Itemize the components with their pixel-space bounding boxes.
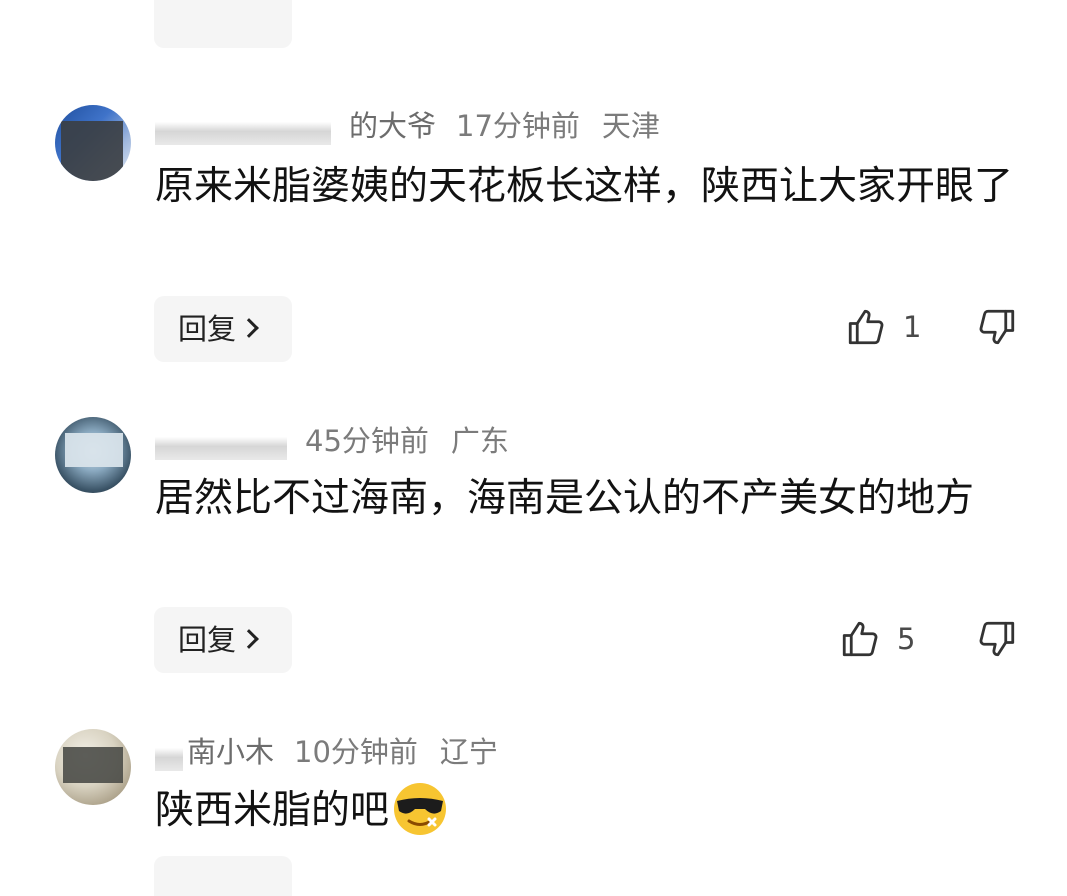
comment-location: 辽宁 [439,735,498,769]
reply-button[interactable]: 回复 [154,607,292,673]
username-redacted [155,111,331,145]
like-count: 5 [897,622,916,656]
username[interactable]: 的大爷 [349,109,436,143]
reply-button[interactable]: 回复 [154,296,292,362]
like-button[interactable]: 1 [845,306,921,348]
reply-label: 回复 [178,623,237,657]
comment-time: 10分钟前 [294,735,418,769]
like-count: 1 [903,310,922,344]
comment-text: 陕西米脂的吧 [155,780,1035,842]
avatar[interactable] [55,417,131,493]
avatar[interactable] [55,105,131,181]
comment-text-content: 陕西米脂的吧 [155,788,390,833]
comment-meta: 南小木 10分钟前 辽宁 [155,734,498,771]
comment-time: 17分钟前 [456,109,580,143]
chevron-right-icon [239,318,259,338]
thumbs-up-icon [839,618,881,660]
avatar[interactable] [55,729,131,805]
thumbs-down-icon [976,306,1018,348]
comment-location: 天津 [601,109,660,143]
comment-time: 45分钟前 [305,424,429,458]
username-redacted [155,426,287,460]
thumbs-down-icon [976,618,1018,660]
thumbs-up-icon [845,306,887,348]
dislike-button[interactable] [976,618,1018,660]
comment-meta: 45分钟前 广东 [155,423,509,460]
dislike-button[interactable] [976,306,1018,348]
sunglasses-emoji-icon [389,781,451,837]
reply-button-fragment[interactable] [154,0,292,48]
comment-text: 原来米脂婆姨的天花板长这样，陕西让大家开眼了 [155,164,1014,209]
comment-meta: 的大爷 17分钟前 天津 [155,108,660,145]
reply-button-fragment[interactable] [154,856,292,896]
username[interactable]: 南小木 [187,735,274,769]
like-button[interactable]: 5 [839,618,915,660]
reply-label: 回复 [178,312,237,346]
chevron-right-icon [239,629,259,649]
comment-text: 居然比不过海南，海南是公认的不产美女的地方 [155,476,975,521]
comment-location: 广东 [450,424,509,458]
username-redacted [155,737,183,771]
